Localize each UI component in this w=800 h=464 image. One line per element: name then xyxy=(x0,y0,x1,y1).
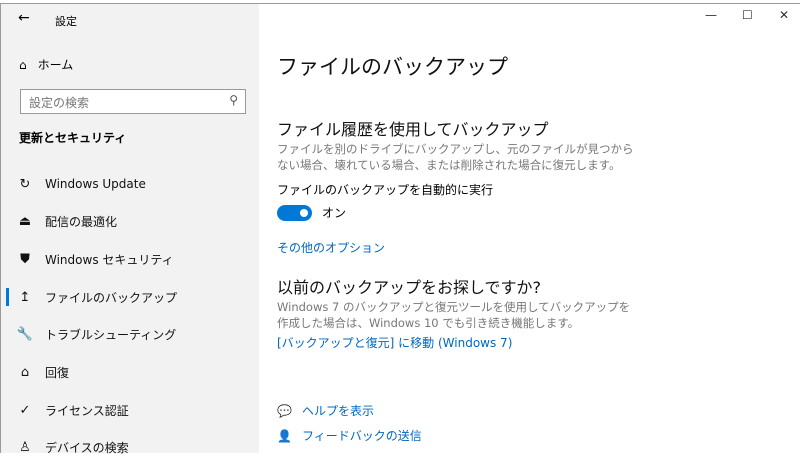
search-placeholder: 設定の検索 xyxy=(29,96,90,110)
sidebar-item-troubleshoot[interactable]: 🔧 トラブルシューティング xyxy=(1,317,259,351)
search-icon: ⚲ xyxy=(229,93,238,107)
backup-restore-link[interactable]: [バックアップと復元] に移動 (Windows 7) xyxy=(277,334,512,351)
sidebar-item-delivery-optimization[interactable]: ⏏ 配信の最適化 xyxy=(1,204,259,238)
history-heading: ファイル履歴を使用してバックアップ xyxy=(277,120,549,139)
sidebar-item-recovery[interactable]: ⌂ 回復 xyxy=(1,355,259,389)
help-label: ヘルプを表示 xyxy=(301,404,374,418)
toggle-switch[interactable] xyxy=(277,204,312,221)
auto-backup-toggle[interactable]: オン xyxy=(277,204,346,221)
search-input[interactable]: 設定の検索 ⚲ xyxy=(20,89,246,114)
more-options-link[interactable]: その他のオプション xyxy=(277,239,385,256)
help-icon: 💬 xyxy=(277,403,292,418)
close-button[interactable]: ✕ xyxy=(779,8,789,22)
feedback-label: フィードバックの送信 xyxy=(301,429,422,443)
person-icon: ♙ xyxy=(19,439,31,455)
delivery-icon: ⏏ xyxy=(18,213,32,229)
window-title: 設定 xyxy=(55,15,77,28)
upload-arrow-icon: ↥ xyxy=(19,289,31,305)
wrench-icon: 🔧 xyxy=(16,326,34,342)
home-icon: ⌂ xyxy=(19,57,27,72)
help-link[interactable]: 💬 ヘルプを表示 xyxy=(277,402,374,419)
refresh-icon: ↻ xyxy=(19,176,31,192)
feedback-link[interactable]: 👤 フィードバックの送信 xyxy=(277,427,422,444)
older-backup-description: Windows 7 のバックアップと復元ツールを使用してバックアップを作成した場… xyxy=(277,300,631,330)
feedback-icon: 👤 xyxy=(277,428,292,443)
sidebar-item-label: ファイルのバックアップ xyxy=(45,290,178,305)
page-title: ファイルのバックアップ xyxy=(277,55,508,79)
sidebar-item-backup[interactable]: ↥ ファイルのバックアップ xyxy=(1,280,259,314)
sidebar-home[interactable]: ⌂ ホーム xyxy=(19,56,73,73)
sidebar-item-label: ライセンス認証 xyxy=(45,403,129,418)
section-heading: 更新とセキュリティ xyxy=(19,131,127,145)
history-description: ファイルを別のドライブにバックアップし、元のファイルが見つからない場合、壊れてい… xyxy=(277,142,634,172)
sidebar-item-windows-security[interactable]: ⛊ Windows セキュリティ xyxy=(1,242,259,276)
shield-icon: ⛊ xyxy=(20,251,30,267)
minimize-button[interactable]: — xyxy=(705,8,717,22)
sidebar-item-label: Windows Update xyxy=(45,177,146,191)
sidebar-item-label: Windows セキュリティ xyxy=(45,252,174,267)
settings-window: ← 設定 ⌂ ホーム 設定の検索 ⚲ 更新とセキュリティ ↻ Windows Upda… xyxy=(0,3,800,455)
sidebar-item-label: 回復 xyxy=(45,365,70,380)
sidebar-item-windows-update[interactable]: ↻ Windows Update xyxy=(1,167,259,201)
recovery-icon: ⌂ xyxy=(20,364,30,380)
sidebar-item-find-device[interactable]: ♙ デバイスの検索 xyxy=(1,430,259,464)
check-circle-icon: ✓ xyxy=(19,402,31,418)
back-arrow-icon[interactable]: ← xyxy=(18,10,30,26)
maximize-button[interactable]: ☐ xyxy=(742,8,753,22)
sidebar: ← 設定 ⌂ ホーム 設定の検索 ⚲ 更新とセキュリティ ↻ Windows Upda… xyxy=(1,4,259,455)
auto-backup-label: ファイルのバックアップを自動的に実行 xyxy=(277,183,494,197)
sidebar-item-activation[interactable]: ✓ ライセンス認証 xyxy=(1,393,259,427)
older-backup-heading: 以前のバックアップをお探しですか? xyxy=(277,278,542,297)
home-label: ホーム xyxy=(37,58,74,72)
toggle-state: オン xyxy=(322,206,347,220)
sidebar-item-label: 配信の最適化 xyxy=(45,214,118,229)
sidebar-item-label: トラブルシューティング xyxy=(45,327,177,342)
